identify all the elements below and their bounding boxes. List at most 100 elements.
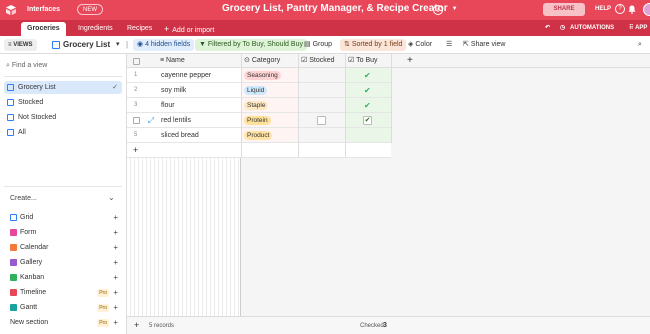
help-button[interactable]: HELP	[595, 6, 611, 12]
filter-button[interactable]: ▼ Filtered by To Buy, Should Buy	[195, 39, 307, 51]
add-record-footer-button[interactable]: +	[134, 320, 139, 330]
cell-category[interactable]: Protein	[244, 113, 271, 128]
tab-recipes[interactable]: Recipes	[121, 22, 158, 36]
view-item-grocery-list[interactable]: Grocery List ✓	[4, 81, 122, 94]
grid-view-icon	[7, 129, 14, 136]
table-row[interactable]: 2 soy milk Liquid ✔	[127, 83, 391, 98]
cell-name[interactable]: flour	[161, 98, 175, 113]
create-item-label: New section	[10, 319, 49, 326]
automations-label: AUTOMATIONS	[570, 25, 615, 31]
table-row[interactable]: 5 sliced bread Product	[127, 128, 391, 143]
table-row[interactable]: ⤢ red lentils Protein ✔	[127, 113, 391, 128]
cell-name[interactable]: cayenne pepper	[161, 68, 211, 83]
row-number: 5	[134, 132, 138, 138]
to-buy-checkbox-checked[interactable]: ✔	[364, 68, 371, 83]
apps-button[interactable]: ⠿ APP	[629, 23, 647, 33]
group-button[interactable]: ▤ Group	[304, 39, 332, 51]
create-timeline-view[interactable]: Timeline Pro +	[10, 286, 118, 299]
airtable-logo-icon[interactable]	[5, 4, 17, 16]
create-new-section[interactable]: New section Pro +	[10, 316, 118, 329]
to-buy-checkbox-checked[interactable]: ✔	[363, 116, 372, 125]
single-select-icon: ⊙	[244, 57, 250, 64]
cell-name[interactable]: soy milk	[161, 83, 186, 98]
tab-ingredients[interactable]: Ingredients	[72, 22, 119, 36]
views-toggle-button[interactable]: ≡ VIEWS	[4, 39, 37, 51]
hamburger-icon: ≡	[8, 42, 12, 48]
table-row[interactable]: 1 cayenne pepper Seasoning ✔	[127, 68, 391, 83]
create-item-label: Calendar	[20, 244, 49, 251]
view-item-stocked[interactable]: Stocked	[4, 96, 122, 109]
column-header-stocked[interactable]: ☑ Stocked	[301, 54, 335, 68]
tab-groceries[interactable]: Groceries	[21, 22, 66, 36]
create-item-label: Gallery	[20, 259, 43, 266]
avatar[interactable]	[643, 3, 650, 16]
hide-fields-button[interactable]: ◉ 4 hidden fields	[133, 39, 195, 51]
cell-category[interactable]: Product	[244, 128, 273, 143]
row-height-icon[interactable]: ☰	[446, 39, 452, 51]
plus-icon: +	[113, 213, 118, 222]
create-gallery-view[interactable]: Gallery +	[10, 256, 118, 269]
create-section-header[interactable]: Create...	[10, 195, 37, 202]
column-header-name[interactable]: ≡ Name	[160, 54, 185, 68]
grid-view-icon	[52, 41, 60, 49]
find-view-input[interactable]: ⌕ Find a view	[6, 62, 47, 70]
base-title[interactable]: Grocery List, Pantry Manager, & Recipe C…	[222, 3, 458, 14]
interfaces-link[interactable]: Interfaces	[27, 6, 60, 13]
base-title-text: Grocery List, Pantry Manager, & Recipe C…	[222, 3, 448, 14]
cell-category[interactable]: Staple	[244, 98, 269, 113]
search-icon: ⌕	[6, 62, 10, 69]
create-grid-view[interactable]: Grid +	[10, 211, 118, 224]
question-icon[interactable]: ?	[615, 4, 625, 14]
chevron-down-icon[interactable]: ⌄	[108, 193, 115, 202]
to-buy-checkbox-checked[interactable]: ✔	[364, 83, 371, 98]
view-item-not-stocked[interactable]: Not Stocked	[4, 111, 122, 124]
create-kanban-view[interactable]: Kanban +	[10, 271, 118, 284]
select-all-checkbox[interactable]	[133, 58, 140, 65]
expand-record-icon[interactable]: ⤢	[148, 113, 154, 128]
column-header-to-buy[interactable]: ☑ To Buy	[348, 54, 378, 68]
plus-icon: +	[133, 145, 139, 155]
stocked-checkbox[interactable]	[317, 116, 326, 125]
undo-icon[interactable]: ↶	[545, 23, 550, 33]
cell-name[interactable]: sliced bread	[161, 128, 199, 143]
cell-category[interactable]: Liquid	[244, 83, 268, 98]
to-buy-checkbox-checked[interactable]: ✔	[364, 98, 371, 113]
row-number: 3	[134, 102, 138, 108]
find-view-placeholder: Find a view	[11, 62, 48, 69]
cell-category[interactable]: Seasoning	[244, 68, 281, 83]
column-divider	[298, 54, 299, 157]
view-menu-chevron-icon[interactable]: ▾	[116, 39, 120, 51]
create-calendar-view[interactable]: Calendar +	[10, 241, 118, 254]
cell-name[interactable]: red lentils	[161, 113, 191, 128]
search-icon[interactable]: ⌕	[638, 39, 642, 51]
table-row[interactable]: 3 flour Staple ✔	[127, 98, 391, 113]
plus-icon: +	[164, 24, 170, 34]
info-icon[interactable]: i	[433, 5, 443, 15]
column-header-category[interactable]: ⊙ Category	[244, 54, 280, 68]
share-view-button[interactable]: ⇱ Share view	[463, 39, 505, 51]
apps-label: APP	[635, 25, 648, 31]
color-button[interactable]: ◈ Color	[408, 39, 432, 51]
row-select-checkbox[interactable]	[133, 117, 140, 124]
create-gantt-view[interactable]: Gantt Pro +	[10, 301, 118, 314]
filter-icon: ▼	[199, 41, 206, 48]
history-icon[interactable]: ◷	[560, 23, 565, 33]
add-or-import-button[interactable]: + Add or import	[164, 22, 214, 36]
grid-view-icon	[10, 214, 17, 221]
current-view-name[interactable]: Grocery List	[63, 39, 110, 51]
add-field-button[interactable]: +	[407, 54, 413, 68]
column-header-label: Name	[166, 57, 185, 64]
automations-button[interactable]: AUTOMATIONS	[570, 23, 614, 33]
create-item-label: Form	[20, 229, 37, 236]
add-record-row[interactable]: +	[127, 143, 391, 158]
category-chip: Protein	[244, 116, 271, 125]
share-view-label: Share view	[470, 41, 506, 48]
group-icon: ▤	[304, 41, 311, 48]
view-item-all[interactable]: All	[4, 126, 122, 139]
sort-button[interactable]: ⇅ Sorted by 1 field	[340, 39, 407, 51]
create-form-view[interactable]: Form +	[10, 226, 118, 239]
bell-icon[interactable]	[628, 5, 636, 14]
share-button[interactable]: SHARE	[543, 3, 585, 16]
category-chip: Product	[244, 131, 273, 140]
hide-fields-label: 4 hidden fields	[145, 41, 191, 48]
